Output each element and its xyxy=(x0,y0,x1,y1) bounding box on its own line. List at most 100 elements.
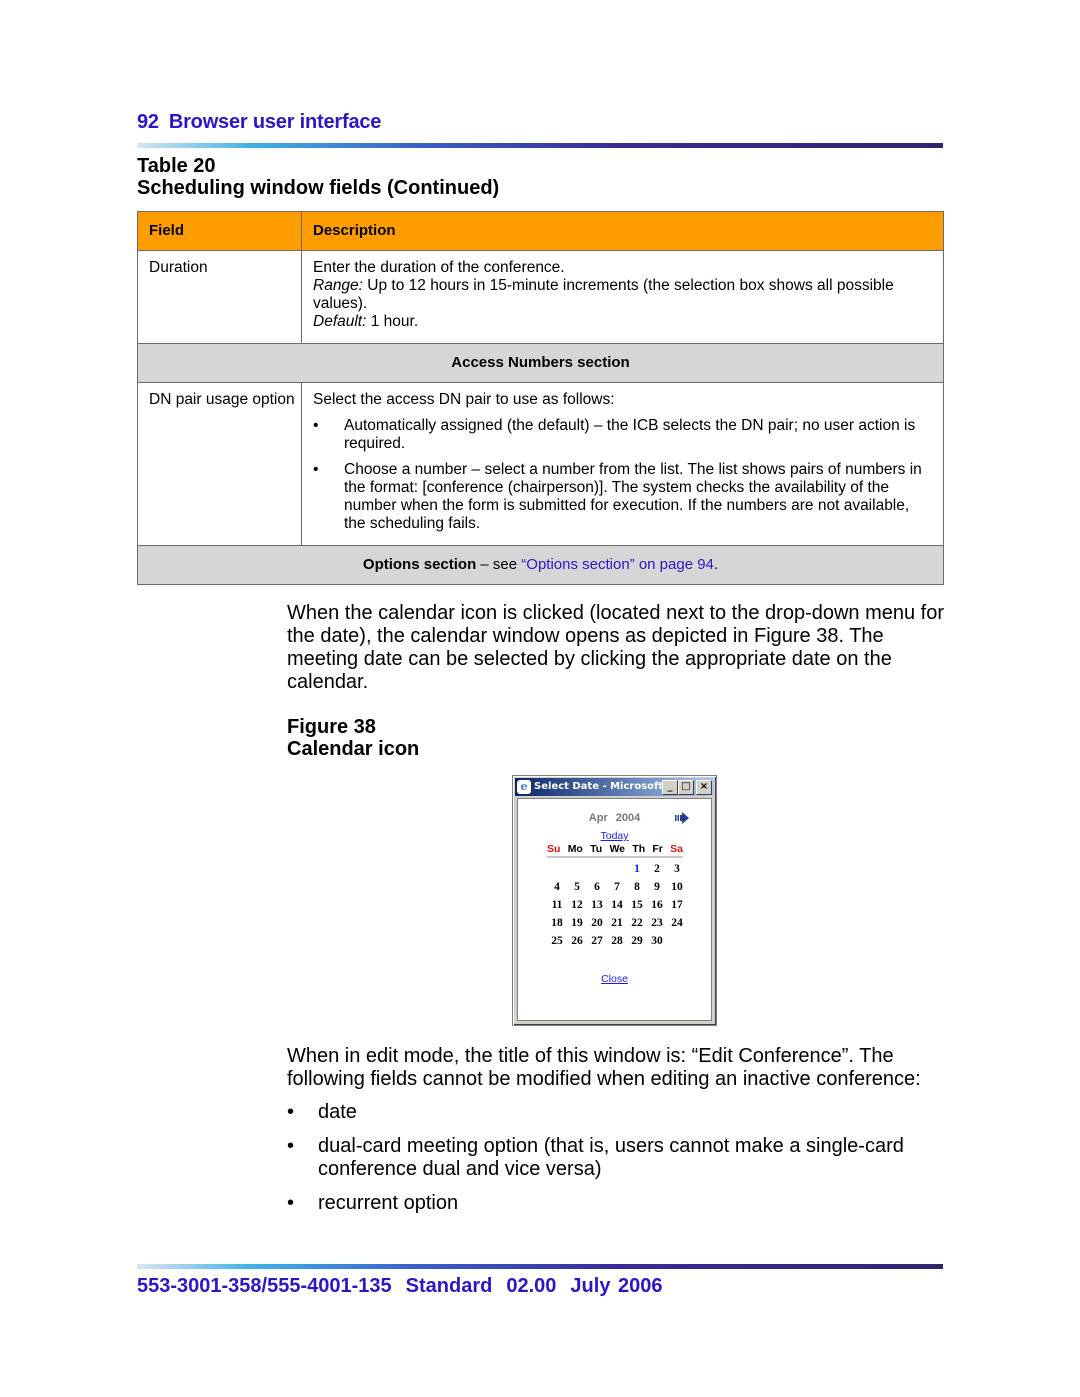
figure-caption: Figure 38 Calendar icon xyxy=(287,716,419,760)
doc-date: July 2006 xyxy=(570,1275,663,1297)
empty-day-cell xyxy=(607,863,627,881)
window-title: Select Date - Microsoft I... xyxy=(534,781,682,792)
paragraph-calendar-intro: When the calendar icon is clicked (locat… xyxy=(287,602,945,693)
section-title: Browser user interface xyxy=(168,111,382,133)
weekday-label: Tu xyxy=(590,843,603,855)
calendar-day[interactable]: 20 xyxy=(587,917,607,935)
non-modifiable-fields-list: date dual-card meeting option (that is, … xyxy=(287,1101,947,1226)
calendar-day[interactable]: 26 xyxy=(567,935,587,953)
doc-version: 02.00 xyxy=(506,1275,557,1297)
column-header-description: Description xyxy=(301,211,944,251)
range-label: Range: xyxy=(313,277,363,294)
section-row: Access Numbers section xyxy=(137,343,944,383)
field-cell: Duration xyxy=(137,250,302,344)
figure-title: Calendar icon xyxy=(287,738,420,760)
weekday-header: Su Mo Tu We Th Fr Sa xyxy=(547,843,683,858)
calendar-day[interactable]: 24 xyxy=(667,917,687,935)
calendar-day[interactable]: 23 xyxy=(647,917,667,935)
calendar-day[interactable]: 15 xyxy=(627,899,647,917)
table-header-row: Field Description xyxy=(137,211,944,251)
paragraph-edit-mode: When in edit mode, the title of this win… xyxy=(287,1045,921,1090)
weekday-label: Su xyxy=(547,843,561,855)
calendar-day[interactable]: 28 xyxy=(607,935,627,953)
empty-day-cell xyxy=(587,863,607,881)
calendar-day[interactable]: 3 xyxy=(667,863,687,881)
calendar-day[interactable]: 30 xyxy=(647,935,667,953)
table-label: Table 20 xyxy=(137,155,216,177)
list-item: dual-card meeting option (that is, users… xyxy=(287,1135,947,1181)
window-title-bar[interactable]: e Select Date - Microsoft I... _ □ × xyxy=(515,778,714,796)
column-header-field: Field xyxy=(137,211,302,251)
figure-label: Figure 38 xyxy=(287,716,376,738)
calendar-day[interactable]: 5 xyxy=(567,881,587,899)
table-row: DN pair usage option Select the access D… xyxy=(137,382,944,546)
calendar-day[interactable]: 16 xyxy=(647,899,667,917)
weekday-label: Sa xyxy=(670,843,683,855)
footer-rule xyxy=(137,1264,943,1269)
weekday-label: We xyxy=(609,843,626,855)
page-number: 92 xyxy=(137,111,159,133)
options-section-heading: Options section – see “Options section” … xyxy=(137,545,944,585)
calendar-day[interactable]: 29 xyxy=(627,935,647,953)
today-link[interactable]: Today xyxy=(518,830,711,842)
list-item: date xyxy=(287,1101,947,1124)
month: Apr xyxy=(588,812,608,824)
section-row: Options section – see “Options section” … xyxy=(137,545,944,585)
calendar-day[interactable]: 1 xyxy=(627,863,647,881)
calendar-day[interactable]: 19 xyxy=(567,917,587,935)
weekday-label: Th xyxy=(632,843,646,855)
running-head: 92 Browser user interface xyxy=(137,111,381,134)
see-text: – see xyxy=(476,556,522,573)
range-text: Up to 12 hours in 15-minute increments (… xyxy=(313,277,894,312)
footer: 553-3001-358/555-4001-135 Standard 02.00 Ju… xyxy=(137,1275,677,1298)
calendar-day-grid: 1 2 3 4 5 6 7 8 9 10 11 12 13 14 15 16 17 18 19 20 21 22 23 24 2… xyxy=(547,863,687,953)
scheduling-fields-table: Field Description Duration Enter the dur… xyxy=(137,211,944,585)
weekday-label: Fr xyxy=(652,843,663,855)
table-row: Duration Enter the duration of the confe… xyxy=(137,250,944,344)
select-date-window: e Select Date - Microsoft I... _ □ × Apr… xyxy=(512,775,717,1026)
calendar-day[interactable]: 4 xyxy=(547,881,567,899)
next-month-arrow-icon[interactable] xyxy=(675,812,689,824)
year: 2004 xyxy=(615,812,641,824)
calendar-day[interactable]: 11 xyxy=(547,899,567,917)
calendar-day[interactable]: 9 xyxy=(647,881,667,899)
table-title: Scheduling window fields (Continued) xyxy=(137,177,500,199)
calendar-day[interactable]: 2 xyxy=(647,863,667,881)
dn-pair-options-list: Automatically assigned (the default) – t… xyxy=(313,417,933,533)
calendar-day[interactable]: 14 xyxy=(607,899,627,917)
calendar-day[interactable]: 22 xyxy=(627,917,647,935)
calendar-day[interactable]: 12 xyxy=(567,899,587,917)
weekday-label: Mo xyxy=(567,843,583,855)
options-section-label: Options section xyxy=(362,556,477,573)
description-cell: Enter the duration of the conference. Ra… xyxy=(301,250,944,344)
calendar-day[interactable]: 8 xyxy=(627,881,647,899)
header-rule xyxy=(137,143,943,148)
description-line: Enter the duration of the conference. xyxy=(313,259,565,276)
access-numbers-section-heading: Access Numbers section xyxy=(137,343,944,383)
default-text: 1 hour. xyxy=(366,313,419,330)
ie-icon: e xyxy=(517,780,531,794)
calendar-day[interactable]: 6 xyxy=(587,881,607,899)
calendar-day[interactable]: 17 xyxy=(667,899,687,917)
calendar-day[interactable]: 13 xyxy=(587,899,607,917)
close-link[interactable]: Close xyxy=(518,973,711,985)
calendar-client-area: Apr 2004 Today Su Mo Tu We Th Fr Sa 12345… xyxy=(517,798,712,1021)
minimize-button[interactable]: _ xyxy=(662,780,678,795)
options-section-link[interactable]: “Options section” on page 94 xyxy=(521,556,714,573)
list-item: Automatically assigned (the default) – t… xyxy=(313,417,933,453)
calendar-day[interactable]: 27 xyxy=(587,935,607,953)
calendar-day[interactable]: 21 xyxy=(607,917,627,935)
doc-number: 553-3001-358/555-4001-135 xyxy=(137,1275,392,1297)
calendar-day[interactable]: 18 xyxy=(547,917,567,935)
list-item: Choose a number – select a number from t… xyxy=(313,461,933,533)
maximize-button[interactable]: □ xyxy=(678,780,694,795)
empty-day-cell xyxy=(567,863,587,881)
close-window-button[interactable]: × xyxy=(696,780,712,795)
description-intro: Select the access DN pair to use as foll… xyxy=(313,391,615,408)
description-cell: Select the access DN pair to use as foll… xyxy=(301,382,944,546)
calendar-day[interactable]: 25 xyxy=(547,935,567,953)
range-line: Range: Up to 12 hours in 15-minute incre… xyxy=(313,277,933,313)
default-label: Default: xyxy=(313,313,367,330)
calendar-day[interactable]: 7 xyxy=(607,881,627,899)
calendar-day[interactable]: 10 xyxy=(667,881,687,899)
